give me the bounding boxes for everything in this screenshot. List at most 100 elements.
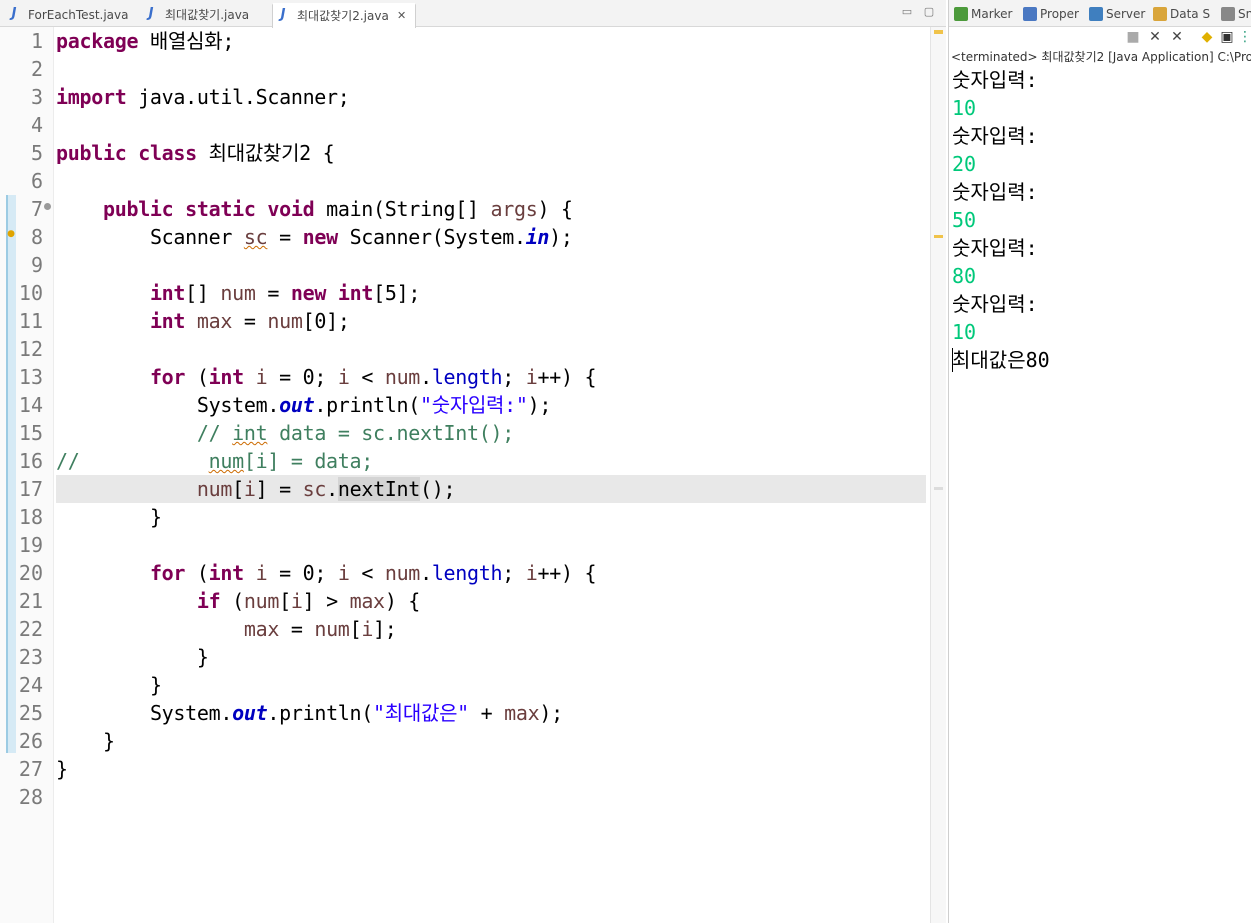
code-text: max = num[i]; bbox=[243, 617, 397, 641]
code-line[interactable]: 12 bbox=[0, 335, 926, 363]
scroll-lock-icon[interactable]: ▣ bbox=[1219, 29, 1235, 45]
snippets-icon bbox=[1221, 7, 1235, 21]
line-number: 28 bbox=[18, 785, 43, 809]
warning-marker[interactable] bbox=[934, 235, 943, 238]
tab-maxfind[interactable]: J 최대값찾기.java bbox=[141, 4, 271, 27]
code-text: for (int i = 0; i < num.length; i++) { bbox=[149, 561, 597, 585]
properties-icon bbox=[1023, 7, 1037, 21]
console-line: 숫자입력: bbox=[952, 68, 1038, 92]
line-number: 7 bbox=[30, 197, 43, 221]
code-line[interactable]: 10 int[] num = new int[5]; bbox=[0, 279, 926, 307]
line-number: 2 bbox=[30, 57, 43, 81]
code-text: import java.util.Scanner; bbox=[56, 85, 350, 109]
code-line[interactable]: 27} bbox=[0, 755, 926, 783]
markers-icon bbox=[954, 7, 968, 21]
line-number: 1 bbox=[30, 29, 43, 53]
code-text: num[i] = sc.nextInt(); bbox=[56, 475, 926, 503]
overview-ruler[interactable] bbox=[930, 27, 946, 923]
close-icon[interactable]: ✕ bbox=[397, 5, 406, 27]
code-line[interactable]: 23 } bbox=[0, 643, 926, 671]
java-file-icon: J bbox=[280, 7, 286, 22]
code-line[interactable]: 20 for (int i = 0; i < num.length; i++) … bbox=[0, 559, 926, 587]
code-line[interactable]: 25 System.out.println("최대값은" + max); bbox=[0, 699, 926, 727]
code-text: Scanner sc = new Scanner(System.in); bbox=[149, 225, 573, 249]
code-text: } bbox=[102, 729, 115, 753]
console-view[interactable]: Marker Proper Server Data S Sn ■ ✕ ✕ ◆ ▣… bbox=[948, 0, 1251, 923]
code-text: if (num[i] > max) { bbox=[196, 589, 421, 613]
console-line: 10 bbox=[952, 320, 977, 344]
warning-marker[interactable] bbox=[934, 30, 943, 34]
code-line[interactable]: 24 } bbox=[0, 671, 926, 699]
line-number: 16 bbox=[18, 449, 43, 473]
line-number: 5 bbox=[30, 141, 43, 165]
line-number: 12 bbox=[18, 337, 43, 361]
code-line-current[interactable]: 17 num[i] = sc.nextInt(); bbox=[0, 475, 926, 503]
code-line[interactable]: 8 Scanner sc = new Scanner(System.in); bbox=[0, 223, 926, 251]
line-number: 8 bbox=[30, 225, 43, 249]
line-number: 14 bbox=[18, 393, 43, 417]
minimize-icon[interactable]: ▭ bbox=[900, 5, 914, 19]
code-editor[interactable]: J ForEachTest.java J 최대값찾기.java J 최대값찾기2… bbox=[0, 0, 946, 923]
tab-maxfind2[interactable]: J 최대값찾기2.java ✕ bbox=[272, 3, 416, 28]
code-line[interactable]: 15 // int data = sc.nextInt(); bbox=[0, 419, 926, 447]
line-number: 17 bbox=[18, 477, 43, 501]
code-line[interactable]: 1 package 배열심화; bbox=[0, 27, 926, 55]
java-file-icon: J bbox=[11, 6, 17, 21]
line-number: 23 bbox=[18, 645, 43, 669]
console-line: 최대값은80 bbox=[952, 348, 1050, 372]
java-file-icon: J bbox=[148, 6, 154, 21]
console-line: 50 bbox=[952, 208, 977, 232]
code-line[interactable]: 7 public static void main(String[] args)… bbox=[0, 195, 926, 223]
remove-launch-icon[interactable]: ✕ bbox=[1147, 29, 1163, 45]
code-text: } bbox=[56, 757, 68, 781]
code-line[interactable]: 28 bbox=[0, 783, 926, 811]
tab-foreachtest[interactable]: J ForEachTest.java bbox=[0, 4, 140, 27]
code-line[interactable]: 3 import java.util.Scanner; bbox=[0, 83, 926, 111]
remove-all-icon[interactable]: ✕ bbox=[1169, 29, 1185, 45]
code-area[interactable]: 1 package 배열심화; 2 3 import java.util.Scann… bbox=[0, 27, 926, 811]
code-text: // int data = sc.nextInt(); bbox=[196, 421, 514, 445]
code-text: package 배열심화; bbox=[56, 29, 235, 53]
editor-tab-bar: J ForEachTest.java J 최대값찾기.java J 최대값찾기2… bbox=[0, 0, 946, 28]
code-text: public class 최대값찾기2 { bbox=[56, 141, 335, 165]
line-number: 9 bbox=[30, 253, 43, 277]
code-line[interactable]: 6 bbox=[0, 167, 926, 195]
line-number: 27 bbox=[18, 757, 43, 781]
line-number: 10 bbox=[18, 281, 43, 305]
occurrence-marker[interactable] bbox=[934, 487, 943, 490]
code-line[interactable]: 26 } bbox=[0, 727, 926, 755]
code-line[interactable]: 22 max = num[i]; bbox=[0, 615, 926, 643]
console-line: 10 bbox=[952, 96, 977, 120]
code-line[interactable]: 21 if (num[i] > max) { bbox=[0, 587, 926, 615]
line-number: 18 bbox=[18, 505, 43, 529]
code-line[interactable]: 9 bbox=[0, 251, 926, 279]
code-line[interactable]: 2 bbox=[0, 55, 926, 83]
line-number: 26 bbox=[18, 729, 43, 753]
line-number: 4 bbox=[30, 113, 43, 137]
code-line[interactable]: 11 int max = num[0]; bbox=[0, 307, 926, 335]
console-line: 숫자입력: bbox=[952, 292, 1038, 316]
code-line[interactable]: 19 bbox=[0, 531, 926, 559]
line-number: 24 bbox=[18, 673, 43, 697]
code-line[interactable]: 16 // num[i] = data; bbox=[0, 447, 926, 475]
terminate-icon[interactable]: ■ bbox=[1125, 29, 1141, 45]
console-line: 숫자입력: bbox=[952, 236, 1038, 260]
code-line[interactable]: 13 for (int i = 0; i < num.length; i++) … bbox=[0, 363, 926, 391]
code-line[interactable]: 18 } bbox=[0, 503, 926, 531]
line-number: 19 bbox=[18, 533, 43, 557]
code-line[interactable]: 14 System.out.println("숫자입력:"); bbox=[0, 391, 926, 419]
console-output[interactable]: 숫자입력: 10 숫자입력: 20 숫자입력: 50 숫자입력: 80 숫자입력… bbox=[952, 66, 1050, 374]
line-number: 11 bbox=[18, 309, 43, 333]
console-line: 숫자입력: bbox=[952, 180, 1038, 204]
text-caret bbox=[952, 348, 953, 372]
line-number: 3 bbox=[30, 85, 43, 109]
code-line[interactable]: 5 public class 최대값찾기2 { bbox=[0, 139, 926, 167]
clear-console-icon[interactable]: ◆ bbox=[1199, 29, 1215, 45]
console-line: 숫자입력: bbox=[952, 124, 1038, 148]
console-toolbar: ■ ✕ ✕ ◆ ▣ ⋮ bbox=[949, 27, 1251, 47]
line-number: 25 bbox=[18, 701, 43, 725]
console-line: 80 bbox=[952, 264, 977, 288]
more-options-icon[interactable]: ⋮ bbox=[1237, 29, 1251, 45]
maximize-icon[interactable]: ▢ bbox=[922, 5, 936, 19]
code-line[interactable]: 4 bbox=[0, 111, 926, 139]
